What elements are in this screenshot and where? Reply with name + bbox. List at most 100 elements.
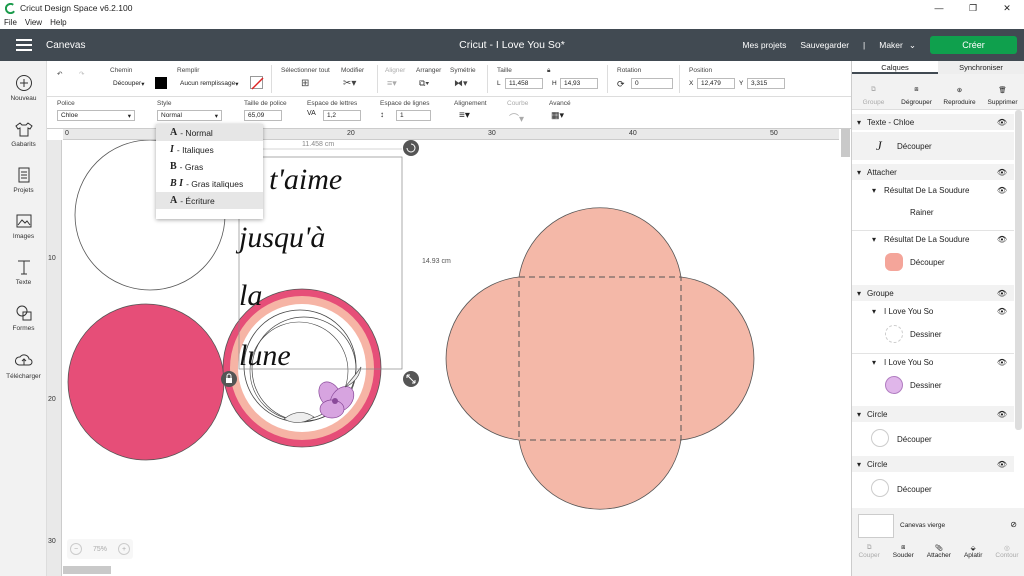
save-link[interactable]: Sauvegarder xyxy=(800,40,849,50)
eye-icon[interactable]: 👁︎ xyxy=(997,235,1007,244)
lock-ratio-icon[interactable]: 🔒︎ xyxy=(547,67,550,75)
advanced-icon[interactable]: ▦▾ xyxy=(551,110,564,121)
zoom-in-icon[interactable]: + xyxy=(117,543,130,555)
letter-spacing-input[interactable]: 1,2 xyxy=(323,110,361,121)
line-spacing-input[interactable]: 1 xyxy=(396,110,431,121)
height-input[interactable]: 14,93 xyxy=(560,78,598,89)
nav-upload[interactable]: Télécharger xyxy=(0,351,47,380)
eye-icon[interactable]: 👁︎ xyxy=(997,289,1007,298)
y-input[interactable]: 3,315 xyxy=(747,78,785,89)
ungroup-action[interactable]: ⧈ Dégrouper xyxy=(897,83,937,106)
menu-help[interactable]: Help xyxy=(50,18,66,27)
fill-select[interactable]: Aucun remplissage ▾ xyxy=(177,78,247,89)
layer-item[interactable]: ▾ I Love You So 👁︎ Dessiner xyxy=(852,303,1014,351)
hide-eye-icon[interactable]: ⊘ xyxy=(1010,520,1017,529)
text-align-icon[interactable]: ≡▾ xyxy=(459,110,470,121)
zoom-out-icon[interactable]: − xyxy=(70,543,82,555)
flatten-button[interactable]: ⬙ Aplatir xyxy=(964,544,982,559)
eye-icon[interactable]: 👁︎ xyxy=(997,460,1007,469)
align-icon[interactable]: ≡▾ xyxy=(387,78,397,89)
eye-icon[interactable]: 👁︎ xyxy=(997,410,1007,419)
nav-shapes[interactable]: Formes xyxy=(0,303,47,332)
tab-sync[interactable]: Synchroniser xyxy=(938,61,1024,74)
layer-item[interactable]: ▾ Résultat De La Soudure 👁︎ Rainer xyxy=(852,182,1014,226)
collapse-icon[interactable]: ▾ xyxy=(857,410,861,419)
create-button[interactable]: Créer xyxy=(930,36,1017,54)
layer-group[interactable]: ▾ Circle 👁︎ xyxy=(852,456,1014,472)
tab-layers[interactable]: Calques xyxy=(852,61,938,74)
layer-group[interactable]: ▾ Circle 👁︎ xyxy=(852,406,1014,422)
collapse-icon[interactable]: ▾ xyxy=(872,358,876,367)
attach-button[interactable]: 📎︎ Attacher xyxy=(927,544,951,559)
operation-select[interactable]: Découper ▾ xyxy=(110,78,150,89)
pink-circle[interactable] xyxy=(67,303,225,461)
maximize-icon[interactable]: ❐ xyxy=(956,0,990,16)
width-input[interactable]: 11,458 xyxy=(505,78,543,89)
resize-handle-icon[interactable] xyxy=(403,371,419,387)
blank-canvas-swatch[interactable] xyxy=(858,514,894,538)
menu-file[interactable]: File xyxy=(4,18,17,27)
collapse-icon[interactable]: ▾ xyxy=(872,307,876,316)
layer-group[interactable]: ▾ Attacher 👁︎ xyxy=(852,164,1014,180)
nav-templates[interactable]: Gabarits xyxy=(0,119,47,148)
color-swatch[interactable] xyxy=(155,77,167,89)
eye-icon[interactable]: 👁︎ xyxy=(997,186,1007,195)
minimize-icon[interactable]: — xyxy=(922,0,956,16)
style-select[interactable]: Normal ▾ xyxy=(157,110,222,121)
close-icon[interactable]: ✕ xyxy=(990,0,1024,16)
collapse-icon[interactable]: ▾ xyxy=(872,235,876,244)
redo-icon[interactable]: ↷ xyxy=(79,70,84,78)
layer-group[interactable]: ▾ Texte - Chloe 👁︎ xyxy=(852,114,1014,130)
flip-icon[interactable]: ⧓▾ xyxy=(454,78,468,89)
canvas-vertical-scrollbar[interactable] xyxy=(841,129,850,157)
nav-text[interactable]: Texte xyxy=(0,257,47,286)
arrange-icon[interactable]: ⧉▾ xyxy=(419,78,429,89)
collapse-icon[interactable]: ▾ xyxy=(857,168,861,177)
rotation-input[interactable]: 0 xyxy=(631,78,673,89)
slice-button[interactable]: ⧉ Couper xyxy=(858,544,879,559)
canvas-horizontal-scrollbar[interactable] xyxy=(63,566,111,574)
style-option-italic[interactable]: I- Italiques xyxy=(156,141,263,158)
font-select[interactable]: Chloe ▾ xyxy=(57,110,135,121)
layer-item[interactable]: Découper xyxy=(852,474,1014,504)
collapse-icon[interactable]: ▾ xyxy=(857,460,861,469)
eye-icon[interactable]: 👁︎ xyxy=(997,307,1007,316)
fill-none-swatch-icon[interactable] xyxy=(250,76,264,90)
undo-icon[interactable]: ↶ xyxy=(57,70,62,78)
edit-scissors-icon[interactable]: ✂▾ xyxy=(343,78,356,89)
collapse-icon[interactable]: ▾ xyxy=(872,186,876,195)
nav-new[interactable]: Nouveau xyxy=(0,73,47,102)
layer-item[interactable]: ▾ I Love You So 👁︎ Dessiner xyxy=(852,353,1014,401)
panel-scrollbar[interactable] xyxy=(1015,110,1022,430)
delete-action[interactable]: 🗑︎ Supprimer xyxy=(983,83,1023,106)
font-size-input[interactable]: 65,09 xyxy=(244,110,282,121)
group-action[interactable]: ⧉ Groupe xyxy=(854,83,894,106)
duplicate-action[interactable]: ⊕ Reproduire xyxy=(940,83,980,106)
menu-view[interactable]: View xyxy=(25,18,42,27)
style-option-normal[interactable]: A- Normal xyxy=(156,124,263,141)
style-option-writing[interactable]: A- Écriture xyxy=(156,192,263,209)
hamburger-menu-icon[interactable] xyxy=(16,39,32,51)
scalloped-card-shape[interactable] xyxy=(445,207,755,510)
x-input[interactable]: 12,479 xyxy=(697,78,735,89)
lock-handle-icon[interactable] xyxy=(221,371,237,387)
machine-select[interactable]: Maker xyxy=(879,40,903,50)
layer-item[interactable]: ▾ Résultat De La Soudure 👁︎ Découper xyxy=(852,230,1014,278)
style-option-bold-italic[interactable]: B I- Gras italiques xyxy=(156,175,263,192)
eye-icon[interactable]: 👁︎ xyxy=(997,168,1007,177)
my-projects-link[interactable]: Mes projets xyxy=(742,40,786,50)
eye-icon[interactable]: 👁︎ xyxy=(997,118,1007,127)
layer-group[interactable]: ▾ Groupe 👁︎ xyxy=(852,285,1014,301)
collapse-icon[interactable]: ▾ xyxy=(857,118,861,127)
nav-images[interactable]: Images xyxy=(0,211,47,240)
chevron-down-icon[interactable]: ⌄ xyxy=(909,40,916,51)
layer-item[interactable]: J Découper xyxy=(852,132,1014,160)
contour-button[interactable]: ◎ Contour xyxy=(995,544,1018,559)
select-all-icon[interactable]: ⊞ xyxy=(301,78,309,89)
nav-projects[interactable]: Projets xyxy=(0,165,47,194)
style-option-bold[interactable]: B- Gras xyxy=(156,158,263,175)
eye-icon[interactable]: 👁︎ xyxy=(997,358,1007,367)
rotate-handle-icon[interactable] xyxy=(403,140,419,156)
layer-item[interactable]: Découper xyxy=(852,424,1014,454)
collapse-icon[interactable]: ▾ xyxy=(857,289,861,298)
